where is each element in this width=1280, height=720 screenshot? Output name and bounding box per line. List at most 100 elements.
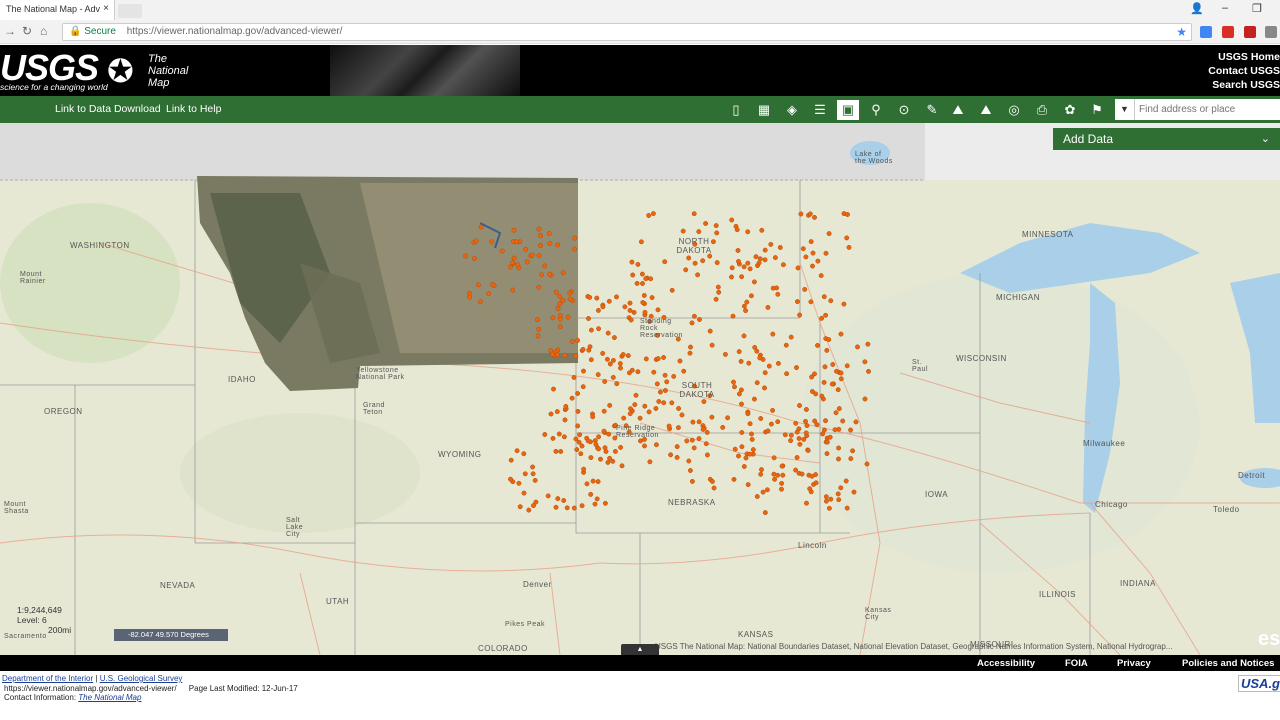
data-point[interactable] [643,276,649,282]
data-point[interactable] [838,370,844,376]
layers-icon[interactable]: ◈ [781,100,803,120]
data-point[interactable] [651,369,657,375]
data-point[interactable] [575,408,581,414]
data-point[interactable] [738,358,744,364]
data-point[interactable] [539,272,545,278]
data-point[interactable] [762,385,767,391]
data-point[interactable] [784,371,790,377]
data-point[interactable] [677,358,683,364]
data-point[interactable] [764,487,770,493]
data-point[interactable] [794,455,800,460]
data-point[interactable] [614,294,619,300]
data-point[interactable] [472,256,477,261]
data-point[interactable] [561,498,567,503]
extension-icon[interactable] [1200,26,1212,38]
data-point[interactable] [628,317,634,323]
data-point[interactable] [604,356,610,362]
data-point[interactable] [836,456,841,462]
data-point[interactable] [771,455,777,461]
data-point[interactable] [797,403,802,408]
data-point[interactable] [753,254,759,260]
data-point[interactable] [828,298,834,304]
gmail-icon[interactable] [1222,26,1234,38]
data-point[interactable] [823,494,829,500]
data-point[interactable] [551,386,556,392]
data-point[interactable] [812,214,817,220]
data-point[interactable] [813,391,819,397]
data-point[interactable] [554,352,560,358]
data-point[interactable] [835,387,841,393]
data-point[interactable] [606,298,612,304]
data-point[interactable] [819,315,825,321]
panel-collapse-handle[interactable]: ▲ [621,644,659,655]
data-point[interactable] [738,387,744,393]
data-point[interactable] [575,423,581,429]
data-point[interactable] [486,291,492,297]
forward-icon[interactable]: → [4,24,16,38]
data-point[interactable] [691,211,697,217]
data-point[interactable] [770,285,776,291]
data-point[interactable] [762,257,768,263]
data-point[interactable] [836,445,842,451]
data-point[interactable] [602,500,608,506]
data-point[interactable] [657,389,663,395]
data-point[interactable] [521,451,527,457]
data-point[interactable] [780,472,786,478]
data-point[interactable] [749,436,755,442]
data-point[interactable] [625,353,631,359]
data-point[interactable] [760,489,766,495]
data-point[interactable] [783,342,789,348]
data-point[interactable] [514,448,520,454]
data-point[interactable] [655,356,661,362]
data-point[interactable] [844,505,850,511]
data-point[interactable] [827,434,833,440]
data-point[interactable] [662,259,668,265]
data-point[interactable] [550,351,556,357]
data-point[interactable] [687,468,693,473]
data-point[interactable] [826,231,832,237]
data-point[interactable] [690,419,696,425]
data-point[interactable] [782,432,788,438]
data-point[interactable] [696,419,702,425]
data-point[interactable] [803,407,809,412]
data-point[interactable] [735,248,741,253]
data-point[interactable] [674,454,680,460]
data-point[interactable] [633,392,639,398]
close-tab-icon[interactable]: × [103,3,109,14]
data-point[interactable] [511,227,517,233]
data-point[interactable] [640,300,646,305]
extension-icon-2[interactable] [1265,26,1277,38]
data-point[interactable] [588,491,594,497]
identify-icon[interactable]: ⊙ [893,100,915,120]
data-point[interactable] [536,326,542,332]
data-point[interactable] [637,415,643,421]
data-point[interactable] [768,241,774,247]
data-point[interactable] [668,452,674,458]
data-point[interactable] [581,466,587,472]
data-point[interactable] [739,444,745,450]
data-point[interactable] [671,373,677,379]
data-point[interactable] [771,471,777,477]
data-point[interactable] [596,434,602,440]
data-point[interactable] [642,443,647,449]
data-point[interactable] [794,365,799,371]
data-point[interactable] [714,260,720,266]
data-point[interactable] [745,411,751,417]
data-point[interactable] [536,253,542,258]
data-point[interactable] [555,496,561,502]
data-point[interactable] [661,355,667,360]
data-point[interactable] [557,313,563,319]
footer-foia-link[interactable]: FOIA [1065,658,1088,669]
data-point[interactable] [768,421,774,427]
data-point[interactable] [686,255,692,261]
data-point[interactable] [758,471,764,477]
data-point[interactable] [835,491,841,497]
data-point[interactable] [550,315,556,321]
data-point[interactable] [529,252,535,258]
data-point[interactable] [779,480,785,486]
data-point[interactable] [592,501,598,507]
data-point[interactable] [627,307,633,313]
data-point[interactable] [689,478,695,484]
data-point[interactable] [697,317,702,322]
data-point[interactable] [739,401,744,407]
